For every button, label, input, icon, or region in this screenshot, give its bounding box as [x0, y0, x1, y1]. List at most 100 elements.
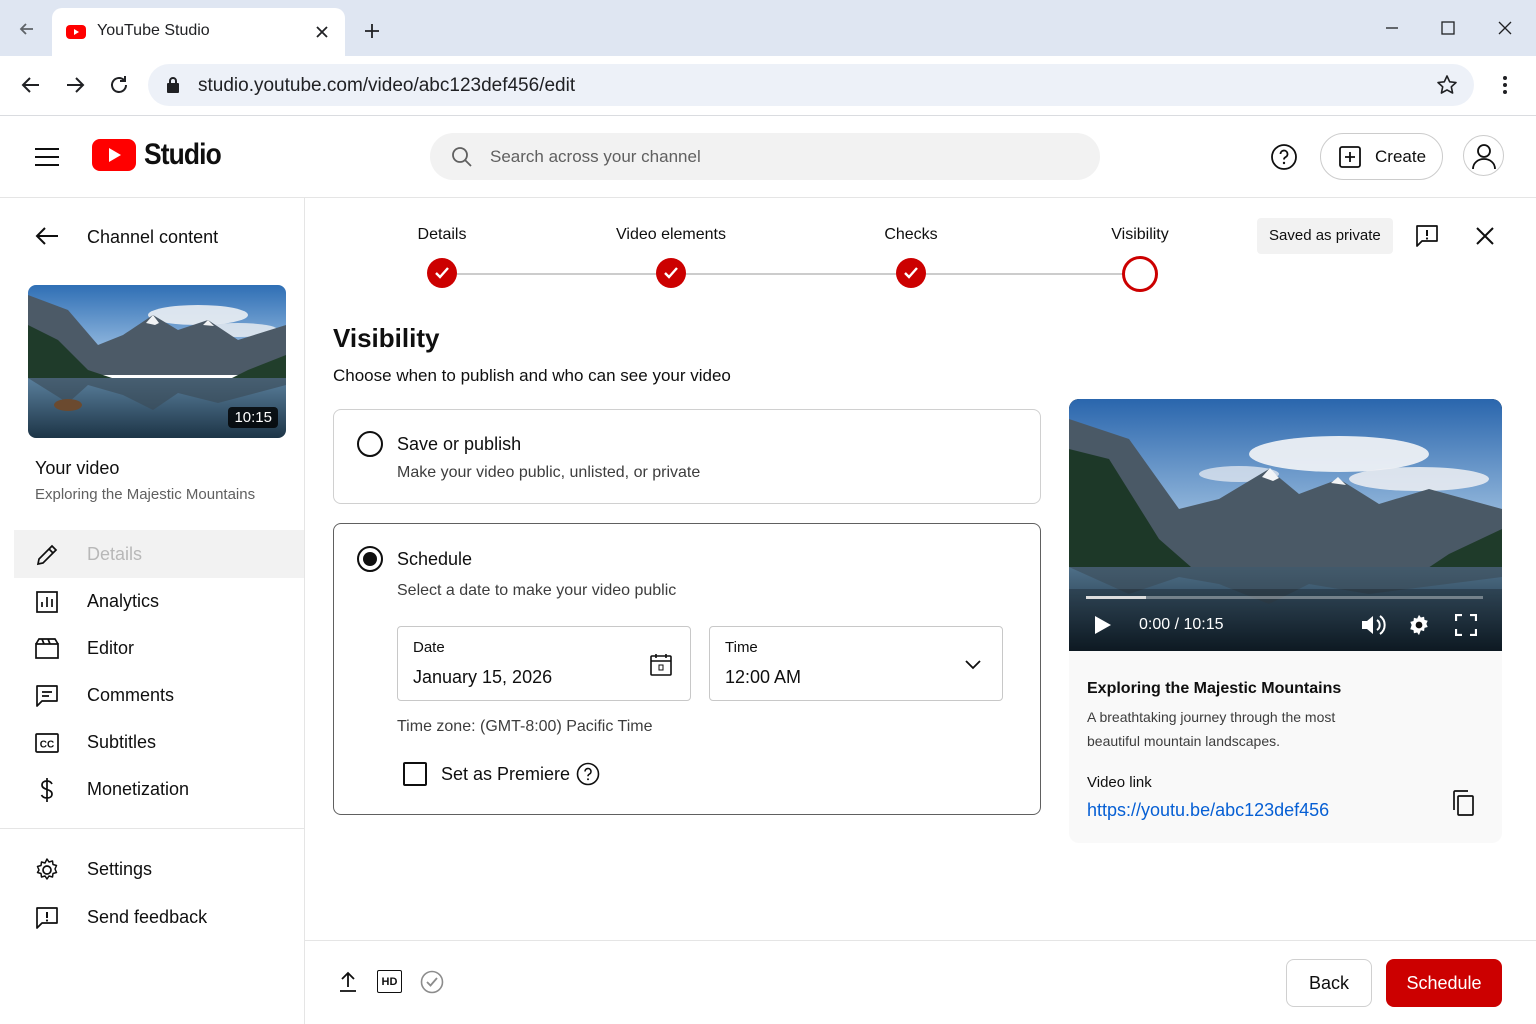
save-or-publish-option[interactable]: Save or publish Make your video public, … [333, 409, 1041, 504]
step-label-video-elements[interactable]: Video elements [616, 226, 726, 244]
sidebar-item-monetization[interactable]: Monetization [14, 765, 304, 813]
sidebar-item-comments[interactable]: Comments [14, 671, 304, 719]
new-tab-icon[interactable] [360, 19, 384, 43]
channel-content-label: Channel content [87, 227, 219, 247]
step-checks-done[interactable] [896, 258, 926, 288]
report-issue-icon[interactable] [1413, 222, 1441, 250]
sidebar-video-title: Exploring the Majestic Mountains [35, 486, 256, 503]
volume-icon[interactable] [1359, 612, 1387, 638]
copy-icon[interactable] [1449, 788, 1477, 818]
back-icon[interactable] [18, 72, 44, 98]
sidebar-item-analytics[interactable]: Analytics [14, 577, 304, 625]
step-label-details[interactable]: Details [418, 226, 467, 244]
channel-search-bar [430, 133, 1100, 180]
premiere-checkbox[interactable] [403, 762, 427, 786]
help-icon[interactable] [1268, 141, 1300, 173]
mountain-lake-video-frame [1069, 399, 1502, 651]
chevron-down-icon [965, 660, 981, 670]
sidebar: Channel content 10:15 Your video Explori… [0, 198, 305, 1024]
calendar-icon [650, 654, 672, 676]
sidebar-item-settings[interactable]: Settings [14, 845, 304, 893]
page-subtitle: Choose when to publish and who can see y… [333, 366, 731, 385]
search-input[interactable] [490, 143, 1070, 171]
checks-complete-icon [419, 969, 445, 995]
settings-gear-icon[interactable] [1406, 612, 1432, 638]
tab-back-icon[interactable] [14, 16, 40, 42]
dollar-icon [40, 778, 53, 802]
video-link-url[interactable]: https://youtu.be/abc123def456 [1087, 800, 1329, 821]
save-publish-desc: Make your video public, unlisted, or pri… [397, 464, 701, 481]
step-label-checks[interactable]: Checks [884, 226, 937, 244]
minimize-icon[interactable] [1380, 16, 1404, 40]
feedback-icon [36, 907, 58, 929]
premiere-help-icon[interactable] [575, 761, 601, 787]
browser-menu-icon[interactable] [1492, 72, 1518, 98]
step-details-done[interactable] [427, 258, 457, 288]
premiere-label[interactable]: Set as Premiere [441, 764, 570, 785]
channel-content-back-link[interactable]: Channel content [34, 222, 284, 252]
sidebar-item-details[interactable]: Details [14, 530, 304, 578]
close-window-icon[interactable] [1493, 16, 1517, 40]
sidebar-item-label: Monetization [87, 779, 190, 799]
browser-tabstrip: YouTube Studio [0, 0, 1536, 56]
video-player[interactable]: 0:00 / 10:15 [1069, 399, 1502, 651]
sidebar-item-feedback[interactable]: Send feedback [14, 893, 304, 941]
hamburger-menu-icon[interactable] [32, 143, 62, 171]
person-icon [1471, 143, 1496, 169]
step-visibility-current[interactable] [1122, 256, 1158, 292]
sidebar-item-label: Details [87, 544, 143, 564]
studio-logo[interactable]: Studio [92, 138, 231, 172]
maximize-icon[interactable] [1436, 16, 1460, 40]
step-video-elements-done[interactable] [656, 258, 686, 288]
address-bar[interactable]: studio.youtube.com/video/abc123def456/ed… [148, 64, 1474, 106]
video-thumbnail[interactable]: 10:15 [28, 285, 286, 438]
browser-tab[interactable]: YouTube Studio [52, 8, 345, 56]
visibility-dialog: Details Video elements Checks Visibility… [305, 198, 1536, 1024]
timezone-text: Time zone: (GMT-8:00) Pacific Time [397, 718, 653, 735]
video-time-display: 0:00 / 10:15 [1139, 616, 1224, 633]
sidebar-item-label: Comments [87, 685, 175, 705]
create-video-icon [1339, 145, 1361, 168]
sidebar-item-label: Editor [87, 638, 135, 658]
search-icon [450, 145, 474, 169]
save-publish-radio[interactable] [357, 431, 383, 457]
create-button[interactable]: Create [1320, 133, 1443, 180]
thumbnail-duration-badge: 10:15 [228, 407, 278, 428]
sidebar-item-subtitles[interactable]: CC Subtitles [14, 718, 304, 766]
fullscreen-icon[interactable] [1453, 612, 1479, 638]
youtube-logo-icon [92, 139, 136, 171]
reload-icon[interactable] [106, 72, 132, 98]
time-picker[interactable]: Time 12:00 AM [709, 626, 1003, 701]
back-button[interactable]: Back [1286, 959, 1372, 1007]
tab-title: YouTube Studio [97, 22, 210, 39]
date-picker[interactable]: Date January 15, 2026 [397, 626, 691, 701]
svg-text:CC: CC [40, 740, 54, 751]
step-label-visibility[interactable]: Visibility [1111, 226, 1169, 244]
lock-icon [166, 76, 180, 94]
close-tab-icon[interactable] [314, 24, 330, 40]
studio-header: Studio Create [0, 116, 1536, 198]
account-avatar[interactable] [1463, 135, 1504, 176]
schedule-option[interactable]: Schedule Select a date to make your vide… [333, 523, 1041, 815]
schedule-radio[interactable] [357, 546, 383, 572]
schedule-desc: Select a date to make your video public [397, 582, 677, 599]
bookmark-star-icon[interactable] [1436, 74, 1458, 96]
play-icon[interactable] [1091, 613, 1115, 637]
editor-icon [35, 638, 59, 659]
schedule-button[interactable]: Schedule [1386, 959, 1502, 1007]
video-link-label: Video link [1087, 774, 1152, 791]
sidebar-item-editor[interactable]: Editor [14, 624, 304, 672]
sidebar-item-label: Analytics [87, 591, 160, 611]
preview-video-title: Exploring the Majestic Mountains [1087, 680, 1342, 697]
progress-track[interactable] [1086, 596, 1483, 599]
pencil-icon [36, 544, 58, 566]
subtitles-icon: CC [35, 733, 59, 753]
browser-toolbar: studio.youtube.com/video/abc123def456/ed… [0, 56, 1536, 116]
schedule-title: Schedule [397, 549, 473, 569]
date-label: Date [413, 639, 445, 656]
preview-desc-line1: A breathtaking journey through the most [1087, 709, 1336, 725]
forward-icon[interactable] [62, 72, 88, 98]
back-arrow-icon [35, 227, 58, 245]
your-video-label: Your video [35, 458, 120, 478]
close-dialog-icon[interactable] [1471, 222, 1499, 250]
